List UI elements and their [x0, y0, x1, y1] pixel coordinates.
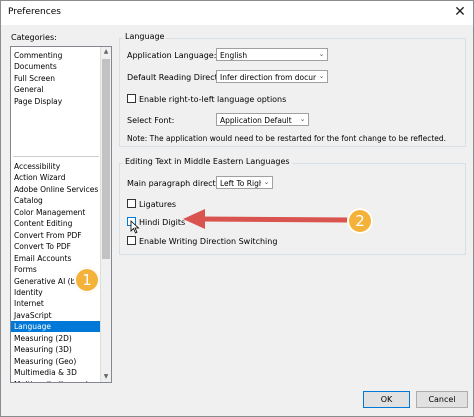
- category-item[interactable]: Commenting: [11, 50, 100, 61]
- paragraph-direction-label: Main paragraph direction:: [127, 179, 231, 188]
- callout-badge-1: 1: [74, 267, 100, 293]
- category-item[interactable]: Convert To PDF: [11, 241, 100, 252]
- rtl-options-label: Enable right-to-left language options: [139, 95, 287, 104]
- title-bar: Preferences ✕: [1, 1, 473, 25]
- chevron-down-icon: ⌄: [316, 49, 327, 60]
- chevron-down-icon: ⌄: [316, 71, 327, 82]
- category-item[interactable]: Full Screen: [11, 73, 100, 84]
- app-language-value: English: [220, 51, 248, 60]
- select-font-label: Select Font:: [127, 116, 175, 125]
- category-item[interactable]: Measuring (Geo): [11, 356, 100, 367]
- app-language-label: Application Language:: [127, 51, 217, 60]
- category-item[interactable]: Color Management: [11, 207, 100, 218]
- paragraph-direction-dropdown[interactable]: Left To Right ⌄: [216, 176, 273, 189]
- select-font-value: Application Default: [220, 116, 292, 125]
- category-item[interactable]: Action Wizard: [11, 172, 100, 183]
- category-item[interactable]: Multimedia & 3D: [11, 367, 100, 378]
- window-title: Preferences: [8, 7, 61, 17]
- middle-eastern-group-label: Editing Text in Middle Eastern Languages: [123, 157, 292, 166]
- category-item[interactable]: Catalog: [11, 195, 100, 206]
- ok-button[interactable]: OK: [363, 391, 410, 408]
- scroll-down-arrow-icon[interactable]: ▼: [101, 372, 111, 382]
- categories-scrollbar[interactable]: ▲ ▼: [100, 47, 111, 382]
- hindi-digits-label: Hindi Digits: [139, 218, 186, 227]
- preferences-dialog: Preferences ✕ Categories: ▲ ▼ Commenting…: [0, 0, 474, 417]
- select-font-dropdown[interactable]: Application Default ⌄: [216, 113, 309, 126]
- writing-direction-checkbox[interactable]: [127, 236, 136, 245]
- category-item[interactable]: Adobe Online Services: [11, 184, 100, 195]
- app-language-dropdown[interactable]: English ⌄: [216, 48, 328, 61]
- ligatures-label: Ligatures: [139, 200, 177, 209]
- callout-badge-2: 2: [347, 208, 373, 234]
- category-item[interactable]: Convert From PDF: [11, 230, 100, 241]
- annotation-arrow-icon: [183, 209, 351, 229]
- scroll-up-arrow-icon[interactable]: ▲: [101, 47, 111, 57]
- reading-direction-value: Infer direction from document: [220, 73, 328, 82]
- category-item[interactable]: Language: [11, 321, 100, 333]
- category-item[interactable]: Internet: [11, 298, 100, 309]
- scroll-thumb[interactable]: [102, 59, 110, 259]
- mouse-cursor-icon: [130, 220, 140, 234]
- categories-list[interactable]: ▲ ▼ Commenting Documents Full Screen Genera…: [10, 46, 112, 383]
- category-item[interactable]: Measuring (3D): [11, 344, 100, 355]
- rtl-options-checkbox[interactable]: [127, 94, 136, 103]
- category-item[interactable]: Email Accounts: [11, 253, 100, 264]
- category-item[interactable]: Multimedia (legacy): [11, 379, 100, 382]
- category-item[interactable]: Documents: [11, 61, 100, 72]
- category-item[interactable]: JavaScript: [11, 310, 100, 321]
- close-icon[interactable]: ✕: [451, 3, 469, 21]
- chevron-down-icon: ⌄: [297, 114, 308, 125]
- chevron-down-icon: ⌄: [261, 177, 272, 188]
- restart-note: Note: The application would need to be r…: [127, 134, 447, 143]
- category-item[interactable]: Accessibility: [11, 161, 100, 172]
- language-group-label: Language: [123, 32, 167, 41]
- writing-direction-label: Enable Writing Direction Switching: [139, 237, 278, 246]
- category-item[interactable]: Measuring (2D): [11, 333, 100, 344]
- categories-divider: [13, 156, 99, 157]
- categories-label: Categories:: [11, 33, 57, 42]
- cancel-button[interactable]: Cancel: [416, 391, 468, 408]
- ligatures-checkbox[interactable]: [127, 199, 136, 208]
- category-item[interactable]: Content Editing: [11, 218, 100, 229]
- reading-direction-dropdown[interactable]: Infer direction from document ⌄: [216, 70, 328, 83]
- category-item[interactable]: General: [11, 84, 100, 95]
- category-item[interactable]: Page Display: [11, 96, 100, 107]
- paragraph-direction-value: Left To Right: [220, 179, 267, 188]
